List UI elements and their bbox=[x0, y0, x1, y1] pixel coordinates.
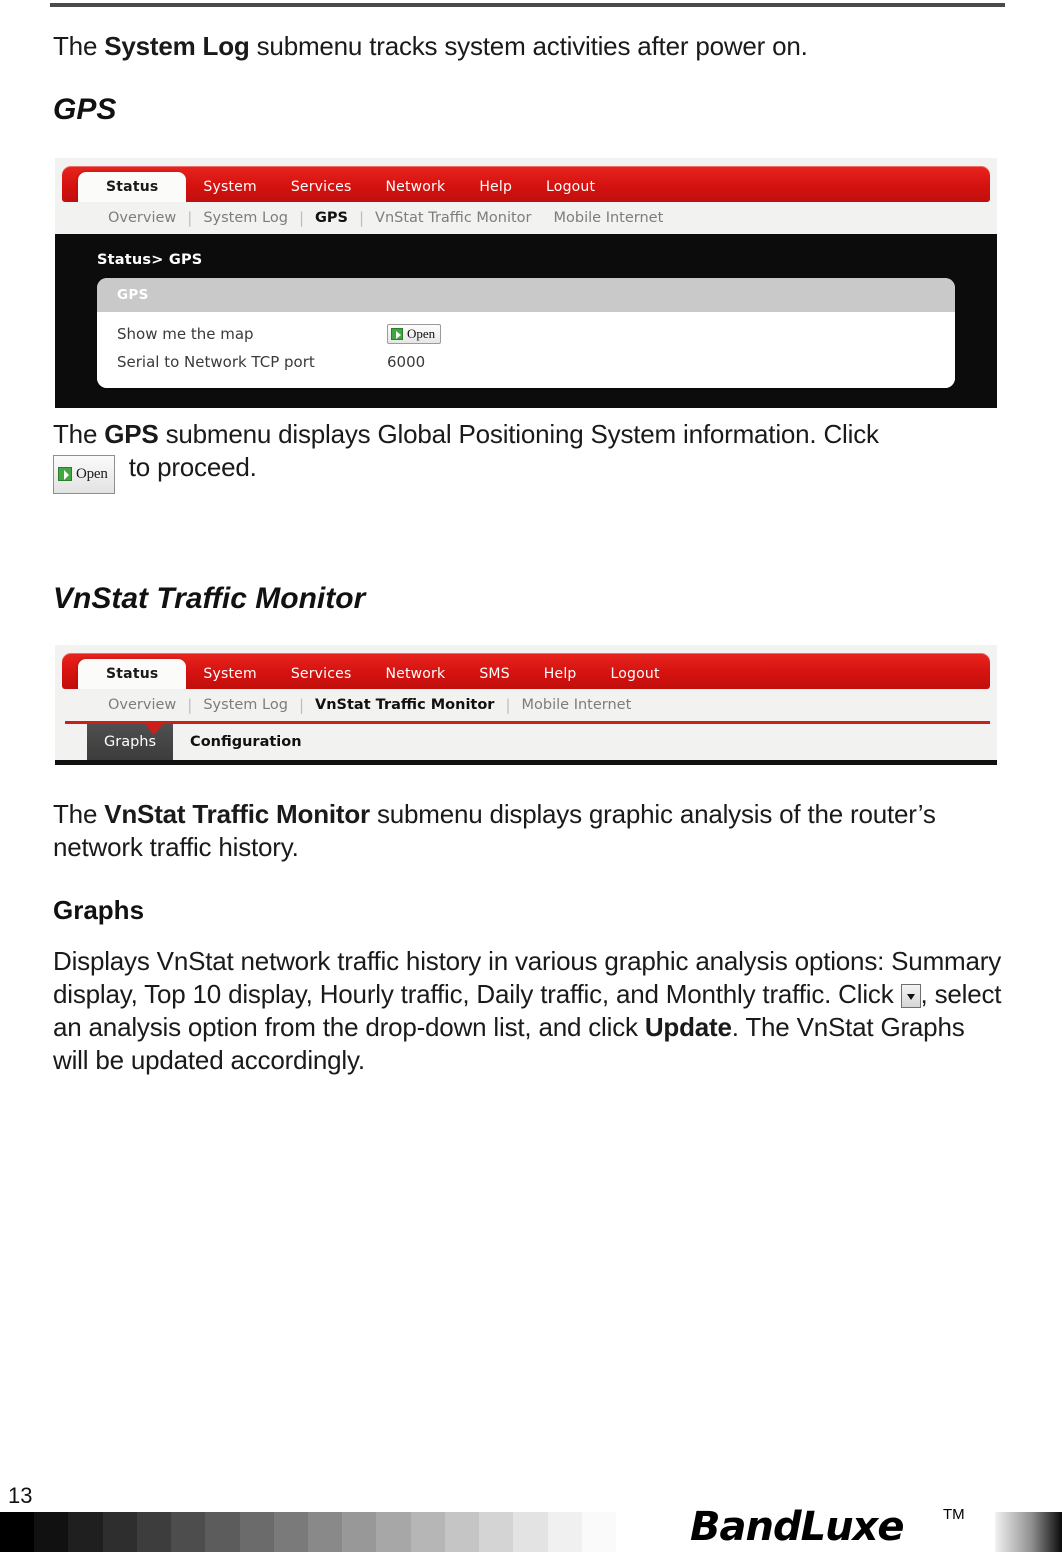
gps-subtab-overview[interactable]: Overview bbox=[97, 210, 187, 226]
intro-prefix: The bbox=[53, 31, 105, 61]
grayscale-step bbox=[410, 1512, 445, 1552]
grayscale-step bbox=[342, 1512, 377, 1552]
gps-breadcrumb: Status> GPS bbox=[97, 252, 203, 268]
vnstat-tab-services[interactable]: Services bbox=[274, 659, 369, 689]
grayscale-step bbox=[34, 1512, 69, 1552]
page-top-rule bbox=[50, 3, 1005, 7]
gps-subtab-gps[interactable]: GPS bbox=[304, 210, 359, 226]
grayscale-step bbox=[68, 1512, 103, 1552]
grayscale-step bbox=[547, 1512, 582, 1552]
vnstat-tab-network[interactable]: Network bbox=[368, 659, 462, 689]
vnstat-main-navbar: Status System Services Network SMS Help … bbox=[62, 653, 990, 689]
vnstat-caption-prefix: The bbox=[53, 799, 105, 829]
footer-band: BandLuxe TM bbox=[0, 1504, 1062, 1552]
vnstat-subtab-system-log[interactable]: System Log bbox=[192, 697, 299, 713]
gps-tab-status[interactable]: Status bbox=[78, 172, 187, 202]
graphs-subheading: Graphs bbox=[53, 895, 145, 925]
vnstat-caption: The VnStat Traffic Monitor submenu displ… bbox=[53, 798, 998, 864]
gps-row-value-tcp-port: 6000 bbox=[387, 353, 426, 371]
vnstat-tab-help[interactable]: Help bbox=[527, 659, 594, 689]
vnstat-nav-wrapper: Status System Services Network SMS Help … bbox=[55, 645, 997, 689]
graphs-paragraph-bold: Update bbox=[644, 1012, 732, 1042]
grayscale-step bbox=[205, 1512, 240, 1552]
vnstat-redline-wrapper bbox=[55, 721, 997, 735]
gps-row-label-tcp-port: Serial to Network TCP port bbox=[117, 353, 315, 371]
footer-gradient-right bbox=[995, 1512, 1062, 1552]
grayscale-step bbox=[0, 1512, 35, 1552]
gps-tab-help[interactable]: Help bbox=[462, 172, 529, 202]
grayscale-step bbox=[239, 1512, 274, 1552]
gps-panel-body: Status> GPS GPS Show me the map Open Ser… bbox=[55, 234, 997, 408]
gps-tab-system[interactable]: System bbox=[186, 172, 273, 202]
vnstat-red-divider bbox=[65, 721, 990, 735]
grayscale-step bbox=[581, 1512, 616, 1552]
gps-row-show-map: Show me the map Open bbox=[97, 320, 955, 348]
grayscale-step bbox=[479, 1512, 514, 1552]
intro-suffix: submenu tracks system activities after p… bbox=[249, 31, 808, 61]
vnstat-subtab-vnstat[interactable]: VnStat Traffic Monitor bbox=[304, 697, 505, 713]
grayscale-calibration-bar bbox=[0, 1512, 616, 1552]
vnstat-caption-bold: VnStat Traffic Monitor bbox=[104, 799, 370, 829]
gps-tab-logout[interactable]: Logout bbox=[529, 172, 612, 202]
vnstat-section-heading: VnStat Traffic Monitor bbox=[53, 582, 366, 615]
gps-caption-mid: submenu displays Global Positioning Syst… bbox=[158, 419, 879, 449]
graphs-paragraph: Displays VnStat network traffic history … bbox=[53, 945, 1003, 1077]
open-button-label: Open bbox=[407, 326, 436, 341]
gps-row-label-show-map: Show me the map bbox=[117, 325, 254, 343]
vnstat-subnav: Overview | System Log | VnStat Traffic M… bbox=[55, 689, 997, 721]
page-number: 13 bbox=[8, 1483, 33, 1508]
grayscale-step bbox=[136, 1512, 172, 1552]
vnstat-tab-system[interactable]: System bbox=[186, 659, 273, 689]
gps-subtab-system-log[interactable]: System Log bbox=[192, 210, 299, 226]
grayscale-step bbox=[273, 1512, 308, 1552]
grayscale-step bbox=[444, 1512, 480, 1552]
vnstat-tab-status[interactable]: Status bbox=[78, 659, 187, 689]
open-inline-label: Open bbox=[76, 465, 108, 482]
intro-bold-term: System Log bbox=[104, 31, 250, 61]
grayscale-step bbox=[171, 1512, 206, 1552]
gps-row-tcp-port: Serial to Network TCP port 6000 bbox=[97, 348, 955, 376]
gps-section-heading: GPS bbox=[53, 93, 117, 126]
gps-caption-prefix: The bbox=[53, 419, 105, 449]
vnstat-tab-sms[interactable]: SMS bbox=[462, 659, 526, 689]
vnstat-inner-tab-configuration[interactable]: Configuration bbox=[173, 724, 319, 760]
gps-caption: The GPS submenu displays Global Position… bbox=[53, 418, 998, 494]
grayscale-step bbox=[376, 1512, 411, 1552]
play-icon bbox=[391, 328, 403, 340]
gps-subtab-mobile-internet[interactable]: Mobile Internet bbox=[543, 210, 675, 226]
intro-paragraph: The System Log submenu tracks system act… bbox=[53, 30, 993, 63]
trademark-symbol: TM bbox=[943, 1506, 965, 1523]
gps-subtab-vnstat[interactable]: VnStat Traffic Monitor bbox=[364, 210, 542, 226]
gps-card: GPS Show me the map Open Serial to Netwo… bbox=[97, 278, 955, 388]
vnstat-inner-tabs: Graphs Configuration bbox=[55, 724, 997, 760]
grayscale-step bbox=[513, 1512, 548, 1552]
gps-nav-wrapper: Status System Services Network Help Logo… bbox=[55, 158, 997, 202]
dropdown-arrow-icon[interactable] bbox=[900, 984, 921, 1008]
gps-main-navbar: Status System Services Network Help Logo… bbox=[62, 166, 990, 202]
vnstat-screenshot-panel: Status System Services Network SMS Help … bbox=[55, 645, 997, 765]
grayscale-step bbox=[102, 1512, 137, 1552]
brand-logo-text: BandLuxe bbox=[690, 1504, 904, 1550]
gps-tab-network[interactable]: Network bbox=[368, 172, 462, 202]
gps-caption-bold: GPS bbox=[104, 419, 159, 449]
vnstat-subtab-overview[interactable]: Overview bbox=[97, 697, 187, 713]
gps-subnav: Overview | System Log | GPS | VnStat Tra… bbox=[55, 202, 997, 234]
graphs-paragraph-part1: Displays VnStat network traffic history … bbox=[53, 946, 1002, 1009]
play-icon bbox=[58, 467, 72, 481]
open-button[interactable]: Open bbox=[387, 324, 442, 344]
vnstat-tab-logout[interactable]: Logout bbox=[594, 659, 677, 689]
brand-logo: BandLuxe TM bbox=[690, 1504, 980, 1552]
vnstat-panel-bottom-rule bbox=[55, 760, 997, 765]
grayscale-step bbox=[307, 1512, 343, 1552]
vnstat-subtab-mobile-internet[interactable]: Mobile Internet bbox=[511, 697, 643, 713]
gps-caption-suffix: to proceed. bbox=[128, 452, 257, 482]
caret-down-icon bbox=[145, 724, 163, 735]
gps-screenshot-panel: Status System Services Network Help Logo… bbox=[55, 158, 997, 408]
gps-card-title: GPS bbox=[97, 278, 955, 312]
open-button-inline[interactable]: Open bbox=[53, 454, 115, 494]
gps-card-body: Show me the map Open Serial to Network T… bbox=[97, 312, 955, 388]
gps-tab-services[interactable]: Services bbox=[274, 172, 369, 202]
